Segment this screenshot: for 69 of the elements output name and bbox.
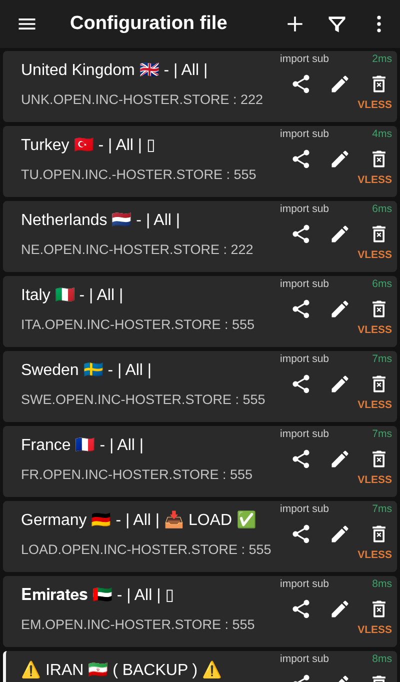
share-icon[interactable]	[290, 73, 312, 95]
latency-label: 6ms	[372, 203, 392, 215]
server-address: SWE.OPEN.INC-HOSTER.STORE : 555	[21, 392, 266, 407]
server-name: United Kingdom 🇬🇧 - | All |	[21, 61, 209, 80]
edit-icon[interactable]	[329, 373, 351, 395]
protocol-label: VLESS	[358, 474, 392, 486]
share-icon[interactable]	[290, 373, 312, 395]
server-name: Sweden 🇸🇪 - | All |	[21, 361, 153, 380]
subscription-label: import sub	[280, 503, 330, 515]
latency-label: 6ms	[372, 278, 392, 290]
protocol-label: VLESS	[358, 624, 392, 636]
server-card[interactable]: ⚠ IRAN 🇮🇷 ( BACKUP ) ⚠ import sub 8ms	[3, 651, 397, 682]
subscription-label: import sub	[280, 578, 330, 590]
server-card[interactable]: Turkey 🇹🇷 - | All | ▯ TU.OPEN.INC.-HOSTER.STORE : 555 import sub 4ms VLESS	[3, 126, 397, 197]
server-address: LOAD.OPEN.INC-HOSTER.STORE : 555	[21, 542, 272, 557]
server-address: FR.OPEN.INC-HOSTER.STORE : 555	[21, 467, 254, 482]
subscription-label: import sub	[280, 203, 330, 215]
latency-label: 7ms	[372, 503, 392, 515]
screen-title: Configuration file	[70, 13, 228, 35]
edit-icon[interactable]	[329, 523, 351, 545]
subscription-label: import sub	[280, 653, 330, 665]
share-icon[interactable]	[290, 523, 312, 545]
server-card[interactable]: Sweden 🇸🇪 - | All | SWE.OPEN.INC-HOSTER.STORE : 555 import sub 7ms VLESS	[3, 351, 397, 422]
latency-label: 4ms	[372, 128, 392, 140]
server-name: Germany 🇩🇪 - | All | 📥 LOAD ✅	[21, 510, 258, 530]
server-card[interactable]: 𝐄𝐦𝐢𝐫𝐚𝐭𝐞𝐬 🇦🇪 - | All | ▯ EM.OPEN.INC-HOSTER.STORE : 555 import sub 8ms VLESS	[3, 576, 397, 647]
server-address: TU.OPEN.INC.-HOSTER.STORE : 555	[21, 167, 258, 182]
share-icon[interactable]	[290, 598, 312, 620]
server-name: France 🇫🇷 - | All |	[21, 436, 145, 455]
server-card[interactable]: United Kingdom 🇬🇧 - | All | UNK.OPEN.INC-HOSTER.STORE : 222 import sub 2ms VLESS	[3, 51, 397, 122]
server-name: Italy 🇮🇹 - | All |	[21, 286, 124, 305]
subscription-label: import sub	[280, 278, 330, 290]
latency-label: 8ms	[372, 578, 392, 590]
subscription-label: import sub	[280, 428, 330, 440]
protocol-label: VLESS	[358, 99, 392, 111]
server-name: 𝐄𝐦𝐢𝐫𝐚𝐭𝐞𝐬 🇦🇪 - | All | ▯	[21, 586, 176, 605]
server-address: EM.OPEN.INC-HOSTER.STORE : 555	[21, 617, 256, 632]
edit-icon[interactable]	[329, 598, 351, 620]
server-card[interactable]: Italy 🇮🇹 - | All | ITA.OPEN.INC-HOSTER.STORE : 555 import sub 6ms VLESS	[3, 276, 397, 347]
share-icon[interactable]	[290, 298, 312, 320]
protocol-label: VLESS	[358, 174, 392, 186]
server-card[interactable]: France 🇫🇷 - | All | FR.OPEN.INC-HOSTER.STORE : 555 import sub 7ms VLESS	[3, 426, 397, 497]
protocol-label: VLESS	[358, 399, 392, 411]
server-card[interactable]: Netherlands 🇳🇱 - | All | NE.OPEN.INC-HOSTER.STORE : 222 import sub 6ms VLESS	[3, 201, 397, 272]
protocol-label: VLESS	[358, 324, 392, 336]
protocol-label: VLESS	[358, 549, 392, 561]
server-name: Turkey 🇹🇷 - | All | ▯	[21, 136, 156, 155]
latency-label: 8ms	[372, 653, 392, 665]
server-address: UNK.OPEN.INC-HOSTER.STORE : 222	[21, 92, 264, 107]
latency-label: 7ms	[372, 428, 392, 440]
server-name: Netherlands 🇳🇱 - | All |	[21, 211, 182, 230]
edit-icon[interactable]	[329, 148, 351, 170]
edit-icon[interactable]	[329, 298, 351, 320]
share-icon[interactable]	[290, 148, 312, 170]
latency-label: 7ms	[372, 353, 392, 365]
share-icon[interactable]	[290, 448, 312, 470]
share-icon[interactable]	[290, 223, 312, 245]
subscription-label: import sub	[280, 353, 330, 365]
latency-label: 2ms	[372, 53, 392, 65]
subscription-label: import sub	[280, 128, 330, 140]
server-name: ⚠ IRAN 🇮🇷 ( BACKUP ) ⚠	[21, 660, 224, 680]
edit-icon[interactable]	[329, 73, 351, 95]
protocol-label: VLESS	[358, 249, 392, 261]
server-address: ITA.OPEN.INC-HOSTER.STORE : 555	[21, 317, 256, 332]
server-address: NE.OPEN.INC-HOSTER.STORE : 222	[21, 242, 254, 257]
subscription-label: import sub	[280, 53, 330, 65]
edit-icon[interactable]	[329, 448, 351, 470]
edit-icon[interactable]	[329, 223, 351, 245]
server-card[interactable]: Germany 🇩🇪 - | All | 📥 LOAD ✅ LOAD.OPEN.INC-HOSTER.STORE : 555 import sub 7ms VLESS	[3, 501, 397, 572]
